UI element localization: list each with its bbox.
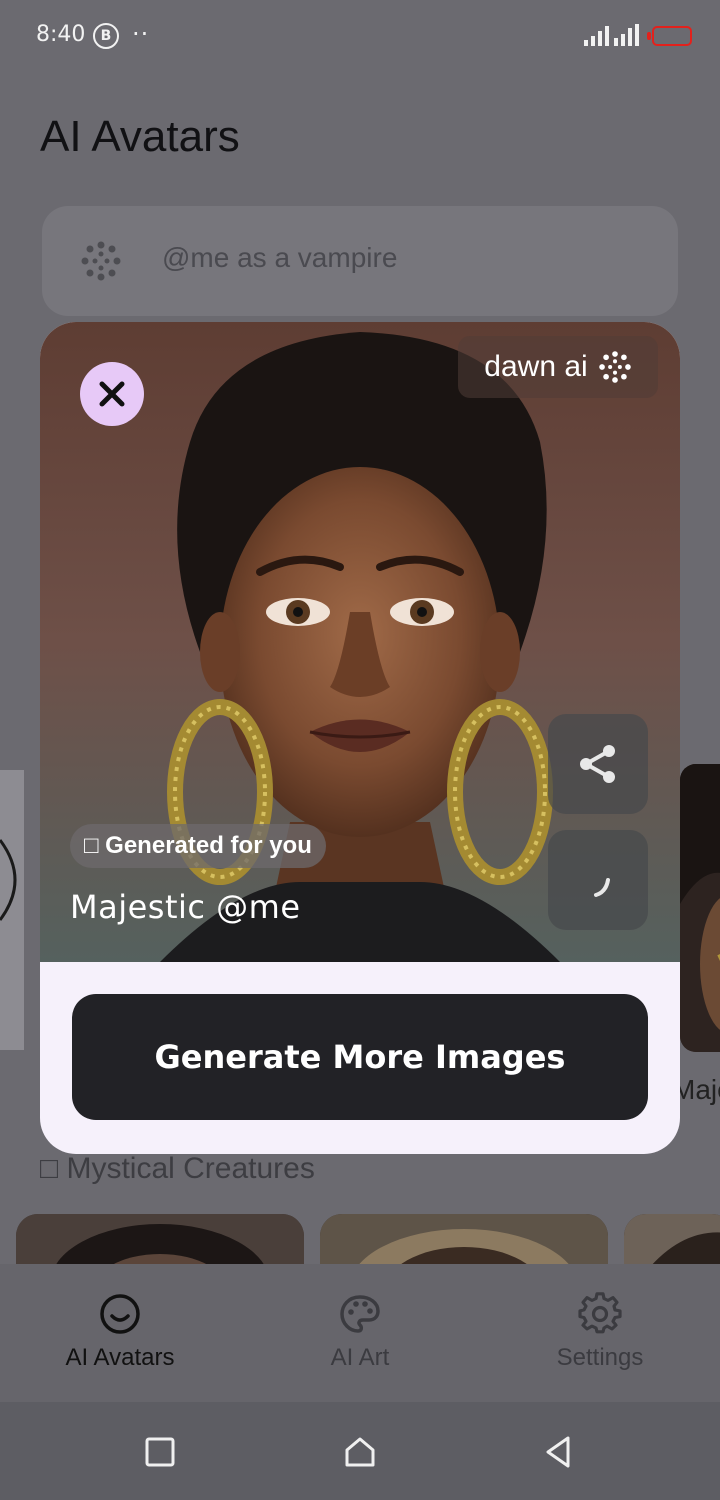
- status-time: 8:40: [36, 22, 86, 47]
- brand-name: dawn ai: [484, 350, 588, 383]
- loading-spinner-icon: [594, 878, 610, 897]
- more-notifications-icon: ··: [132, 20, 150, 48]
- nav-label: AI Avatars: [65, 1344, 175, 1371]
- avatar-card-right[interactable]: [680, 764, 720, 1052]
- signal-strength-icon-2: [614, 24, 639, 46]
- status-bar: 8:40 B ··: [0, 0, 720, 72]
- share-icon: [580, 745, 615, 783]
- avatar-image: [0, 770, 24, 1050]
- search-placeholder: @me as a vampire: [162, 242, 398, 273]
- b-notification-icon: B: [93, 23, 119, 49]
- dawn-logo-icon: [598, 351, 631, 383]
- brand-watermark: dawn ai: [458, 336, 658, 398]
- nav-label: Settings: [556, 1344, 644, 1371]
- avatar-card-left[interactable]: [0, 770, 24, 1050]
- dawn-logo-icon: [81, 241, 121, 281]
- signal-strength-icon: [584, 24, 609, 46]
- download-button[interactable]: [548, 830, 648, 930]
- bottom-navigation: AI Avatars AI Art Settings: [0, 1264, 720, 1402]
- nav-item-ai-art[interactable]: AI Art: [260, 1292, 460, 1372]
- back-triangle-icon[interactable]: [540, 1434, 576, 1470]
- close-icon: [99, 381, 125, 407]
- section-title: □ Mystical Creatures: [40, 1152, 315, 1185]
- close-button[interactable]: [80, 362, 144, 426]
- avatar-caption: Majestic @me: [70, 888, 301, 926]
- home-icon[interactable]: [342, 1434, 378, 1470]
- nav-item-ai-avatars[interactable]: AI Avatars: [20, 1292, 220, 1372]
- nav-item-settings[interactable]: Settings: [500, 1292, 700, 1372]
- nav-label: AI Art: [330, 1344, 390, 1371]
- system-navigation-bar: [0, 1402, 720, 1500]
- generate-more-images-button[interactable]: Generate More Images: [72, 994, 648, 1120]
- generated-avatar-image: dawn ai □ Generated for you Majestic @me: [40, 322, 680, 962]
- gear-icon: [578, 1292, 622, 1334]
- smiley-face-icon: [100, 1294, 140, 1334]
- share-button[interactable]: [548, 714, 648, 814]
- recents-square-icon[interactable]: [142, 1434, 178, 1470]
- palette-icon: [340, 1295, 380, 1333]
- avatar-image: [680, 764, 720, 1052]
- prompt-search-box[interactable]: @me as a vampire: [42, 206, 678, 316]
- mystical-creatures-carousel: [0, 1214, 720, 1274]
- battery-icon: [647, 26, 692, 46]
- page-title: AI Avatars: [40, 112, 240, 161]
- avatar-result-modal: dawn ai □ Generated for you Majestic @me…: [40, 322, 680, 1154]
- generated-for-you-badge: □ Generated for you: [70, 824, 326, 868]
